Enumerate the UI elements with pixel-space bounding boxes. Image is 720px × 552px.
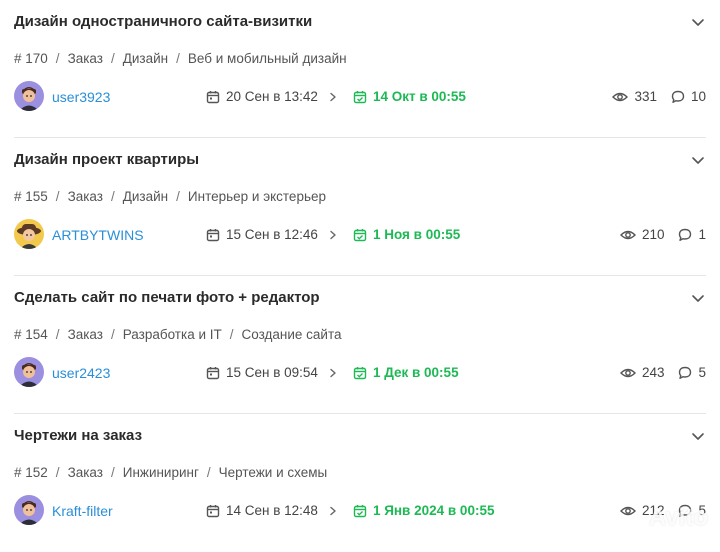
arrow-right-icon [328, 230, 344, 240]
breadcrumb-item[interactable]: Дизайн [123, 51, 168, 66]
comment-icon [671, 90, 691, 104]
order-title[interactable]: Чертежи на заказ [14, 427, 142, 444]
calendar-icon [206, 90, 226, 104]
calendar-check-icon [353, 90, 373, 104]
breadcrumb-item[interactable]: Заказ [68, 465, 103, 480]
comments-count: 5 [698, 365, 706, 380]
arrow-right-icon [328, 92, 344, 102]
dates: 15 Сен в 12:46 1 Ноя в 00:55 [206, 227, 460, 242]
eye-icon [619, 367, 642, 379]
arrow-right-icon [328, 368, 344, 378]
calendar-icon [206, 228, 226, 242]
breadcrumb-separator: / [206, 465, 211, 480]
breadcrumb-item[interactable]: Веб и мобильный дизайн [188, 51, 347, 66]
avatar[interactable] [14, 495, 44, 525]
order-card[interactable]: Чертежи на заказ # 152 / Заказ / Инжиниринг / Ч… [0, 414, 720, 552]
deadline: 1 Янв 2024 в 00:55 [353, 503, 495, 518]
order-card[interactable]: Дизайн одностраничного сайта-визитки # 17… [0, 0, 720, 138]
deadline-date: 14 Окт в 00:55 [372, 89, 466, 104]
comments-count: 10 [690, 89, 706, 104]
created-date: 20 Сен в 13:42 [226, 89, 318, 104]
calendar-icon [206, 366, 226, 380]
calendar-icon [206, 504, 226, 518]
username-link[interactable]: user2423 [52, 365, 110, 381]
breadcrumb-item[interactable]: Разработка и IT [123, 327, 222, 342]
views-count: 210 [641, 227, 665, 242]
username-link[interactable]: Kraft-filter [52, 503, 113, 519]
comment-icon [678, 228, 698, 242]
breadcrumb-separator: / [176, 51, 180, 66]
deadline-date: 1 Дек в 00:55 [372, 365, 459, 380]
chevron-down-icon[interactable] [690, 428, 706, 444]
order-title[interactable]: Дизайн проект квартиры [14, 151, 199, 168]
deadline-date: 1 Ноя в 00:55 [372, 227, 461, 242]
breadcrumb-item[interactable]: Инжиниринг [123, 465, 199, 480]
created-date: 14 Сен в 12:48 [226, 503, 318, 518]
views-count: 243 [641, 365, 665, 380]
created-date: 15 Сен в 09:54 [226, 365, 318, 380]
chevron-down-icon[interactable] [690, 152, 706, 168]
dates: 14 Сен в 12:48 1 Янв 2024 в 00:55 [206, 503, 494, 518]
comment-icon [678, 366, 698, 380]
order-stats: 210 1 [619, 227, 706, 242]
order-number: # 155 [14, 189, 48, 204]
breadcrumb-item[interactable]: Создание сайта [242, 327, 342, 342]
order-number: # 152 [14, 465, 48, 480]
calendar-check-icon [353, 366, 373, 380]
order-number: # 154 [14, 327, 48, 342]
breadcrumb-separator: / [110, 51, 115, 66]
breadcrumb-separator: / [110, 327, 115, 342]
order-title[interactable]: Дизайн одностраничного сайта-визитки [14, 13, 312, 30]
eye-icon [619, 229, 642, 241]
username-link[interactable]: ARTBYTWINS [52, 227, 144, 243]
order-card[interactable]: Сделать сайт по печати фото + редактор # … [0, 276, 720, 414]
chevron-down-icon[interactable] [690, 14, 706, 30]
order-number: # 170 [14, 51, 48, 66]
breadcrumb: # 152 / Заказ / Инжиниринг / Чертежи и схемы [14, 465, 327, 480]
avatar[interactable] [14, 219, 44, 249]
breadcrumb-separator: / [110, 465, 115, 480]
comments-count: 1 [698, 227, 706, 242]
avatar[interactable] [14, 357, 44, 387]
breadcrumb-separator: / [229, 327, 234, 342]
order-title[interactable]: Сделать сайт по печати фото + редактор [14, 289, 320, 306]
breadcrumb-separator: / [176, 189, 180, 204]
views-count: 331 [634, 89, 657, 104]
eye-icon [619, 505, 642, 517]
avatar[interactable] [14, 81, 44, 111]
deadline-date: 1 Янв 2024 в 00:55 [372, 503, 495, 518]
order-stats: 243 5 [619, 365, 706, 380]
breadcrumb-item[interactable]: Интерьер и экстерьер [188, 189, 326, 204]
deadline: 1 Дек в 00:55 [353, 365, 459, 380]
dates: 20 Сен в 13:42 14 Окт в 00:55 [206, 89, 466, 104]
order-card[interactable]: Дизайн проект квартиры # 155 / Заказ / Дизайн… [0, 138, 720, 276]
order-stats: 331 10 [612, 89, 706, 104]
dates: 15 Сен в 09:54 1 Дек в 00:55 [206, 365, 459, 380]
breadcrumb-item[interactable]: Дизайн [123, 189, 168, 204]
eye-icon [612, 91, 634, 103]
username-link[interactable]: user3923 [52, 89, 110, 105]
breadcrumb: # 154 / Заказ / Разработка и IT / Создание сай… [14, 327, 342, 342]
breadcrumb-item[interactable]: Заказ [68, 189, 103, 204]
arrow-right-icon [328, 506, 344, 516]
avito-watermark: Avito [648, 504, 708, 531]
breadcrumb-item[interactable]: Заказ [68, 327, 103, 342]
breadcrumb: # 155 / Заказ / Дизайн / Интерьер и экстерьер [14, 189, 326, 204]
breadcrumb-item[interactable]: Заказ [68, 51, 103, 66]
breadcrumb-separator: / [55, 327, 60, 342]
deadline: 1 Ноя в 00:55 [353, 227, 460, 242]
breadcrumb: # 170 / Заказ / Дизайн / Веб и мобильный дизай… [14, 51, 347, 66]
calendar-check-icon [353, 504, 373, 518]
calendar-check-icon [353, 228, 373, 242]
breadcrumb-separator: / [55, 189, 60, 204]
breadcrumb-item[interactable]: Чертежи и схемы [219, 465, 328, 480]
breadcrumb-separator: / [55, 465, 60, 480]
chevron-down-icon[interactable] [690, 290, 706, 306]
created-date: 15 Сен в 12:46 [226, 227, 318, 242]
breadcrumb-separator: / [55, 51, 60, 66]
deadline: 14 Окт в 00:55 [353, 89, 466, 104]
breadcrumb-separator: / [110, 189, 115, 204]
